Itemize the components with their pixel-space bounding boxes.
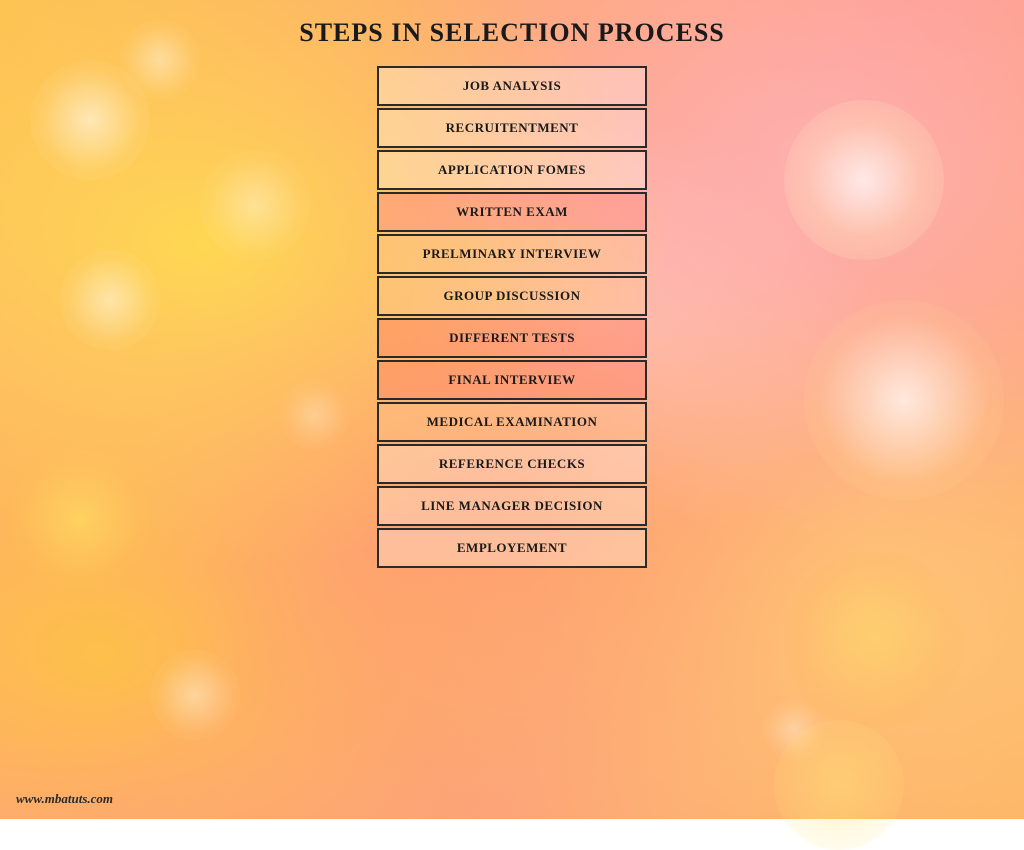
watermark: www.mbatuts.com [16,791,113,807]
step-box-8: FINAL INTERVIEW [377,360,647,400]
bokeh-7 [784,550,964,730]
step-box-5: PRELMINARY INTERVIEW [377,234,647,274]
step-box-6: GROUP DISCUSSION [377,276,647,316]
step-box-11: LINE MANAGER DECISION [377,486,647,526]
step-box-4: WRITTEN EXAM [377,192,647,232]
steps-container: JOB ANALYSISRECRUITENTMENTAPPLICATION FO… [362,66,662,570]
page-title: STEPS IN SELECTION PROCESS [299,18,725,48]
step-box-12: EMPLOYEMENT [377,528,647,568]
step-box-3: APPLICATION FOMES [377,150,647,190]
step-box-2: RECRUITENTMENT [377,108,647,148]
bokeh-8 [150,650,240,740]
step-box-10: REFERENCE CHECKS [377,444,647,484]
bokeh-12 [774,720,904,850]
step-box-1: JOB ANALYSIS [377,66,647,106]
main-content: STEPS IN SELECTION PROCESS JOB ANALYSISR… [0,0,1024,570]
step-box-7: DIFFERENT TESTS [377,318,647,358]
step-box-9: MEDICAL EXAMINATION [377,402,647,442]
